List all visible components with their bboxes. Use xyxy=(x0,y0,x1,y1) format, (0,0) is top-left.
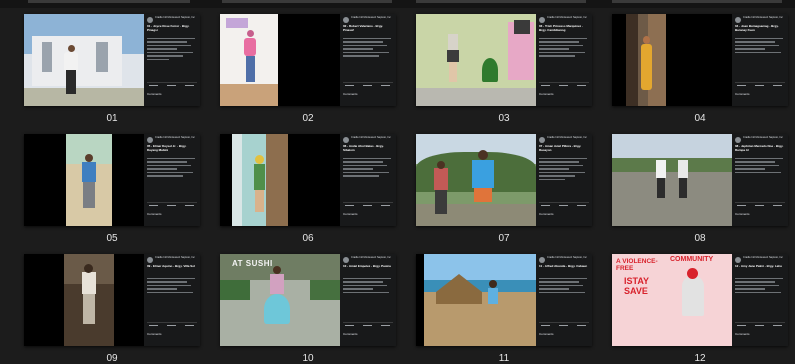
thumbnail-label: 08 xyxy=(694,233,706,244)
banner-text: ISTAY SAVE xyxy=(624,276,649,296)
banner-text: AT SUSHI xyxy=(232,259,273,268)
post-panel: Cradle Intl Montessori Saptuto, Inc. 06 … xyxy=(340,134,396,226)
post-panel: Cradle Intl Montessori Saptuto, Inc. 02 … xyxy=(340,14,396,106)
thumbnail-image: Cradle Intl Montessori Saptuto, Inc. 09 … xyxy=(24,254,200,346)
video-frame xyxy=(626,14,666,106)
thumbnail-image: Cradle Intl Montessori Saptuto, Inc. 02 … xyxy=(220,14,396,106)
video-frame xyxy=(220,14,278,106)
post-panel: Cradle Intl Montessori Saptuto, Inc. 09 … xyxy=(144,254,200,346)
thumbnail-label: 02 xyxy=(302,113,314,124)
thumbnail-label: 06 xyxy=(302,233,314,244)
video-frame xyxy=(612,134,732,226)
thumbnail-image: AT SUSHI Cradle Intl Montessori Saptuto,… xyxy=(220,254,396,346)
video-frame: AT SUSHI xyxy=(220,254,340,346)
post-panel: Cradle Intl Montessori Saptuto, Inc. 12 … xyxy=(732,254,788,346)
thumbnail-image: Cradle Intl Montessori Saptuto, Inc. 07 … xyxy=(416,134,592,226)
video-frame xyxy=(416,134,536,226)
video-frame xyxy=(232,134,288,226)
thumbnail-label: 09 xyxy=(106,353,118,364)
video-frame xyxy=(416,14,536,106)
previous-row-strip xyxy=(0,0,795,8)
post-panel: Cradle Intl Montessori Saptuto, Inc. 08 … xyxy=(732,134,788,226)
banner-text: COMMUNITY xyxy=(670,256,714,263)
thumbnail-image: Cradle Intl Montessori Saptuto, Inc. 03 … xyxy=(416,14,592,106)
video-frame: A VIOLENCE-FREE COMMUNITY ISTAY SAVE xyxy=(612,254,732,346)
post-panel: Cradle Intl Montessori Saptuto, Inc. 03 … xyxy=(536,14,592,106)
video-frame xyxy=(424,254,536,346)
post-panel: Cradle Intl Montessori Saptuto, Inc. 07 … xyxy=(536,134,592,226)
video-frame xyxy=(24,14,144,106)
thumbnail-image: Cradle Intl Montessori Saptuto, Inc. 04 … xyxy=(612,14,788,106)
video-frame xyxy=(64,254,114,346)
thumbnail-image: Cradle Intl Montessori Saptuto, Inc. 01 … xyxy=(24,14,200,106)
thumbnail-label: 04 xyxy=(694,113,706,124)
thumbnail-label: 12 xyxy=(694,353,706,364)
thumbnail-image: A VIOLENCE-FREE COMMUNITY ISTAY SAVE Cra… xyxy=(612,254,788,346)
thumbnail-label: 07 xyxy=(498,233,510,244)
thumbnail-image: Cradle Intl Montessori Saptuto, Inc. 05 … xyxy=(24,134,200,226)
post-panel: Cradle Intl Montessori Saptuto, Inc. 05 … xyxy=(144,134,200,226)
thumbnail-image: Cradle Intl Montessori Saptuto, Inc. 11 … xyxy=(416,254,592,346)
post-panel: Cradle Intl Montessori Saptuto, Inc. 01 … xyxy=(144,14,200,106)
thumbnail-image: Cradle Intl Montessori Saptuto, Inc. 08 … xyxy=(612,134,788,226)
post-panel: Cradle Intl Montessori Saptuto, Inc. 04 … xyxy=(732,14,788,106)
thumbnail-label: 01 xyxy=(106,113,118,124)
thumbnail-label: 10 xyxy=(302,353,314,364)
thumbnail-image: Cradle Intl Montessori Saptuto, Inc. 06 … xyxy=(220,134,396,226)
post-panel: Cradle Intl Montessori Saptuto, Inc. 10 … xyxy=(340,254,396,346)
thumbnail-label: 11 xyxy=(498,353,510,364)
thumbnail-label: 05 xyxy=(106,233,118,244)
thumbnail-label: 03 xyxy=(498,113,510,124)
banner-text: A VIOLENCE-FREE xyxy=(616,258,658,272)
post-panel: Cradle Intl Montessori Saptuto, Inc. 11 … xyxy=(536,254,592,346)
video-frame xyxy=(66,134,112,226)
